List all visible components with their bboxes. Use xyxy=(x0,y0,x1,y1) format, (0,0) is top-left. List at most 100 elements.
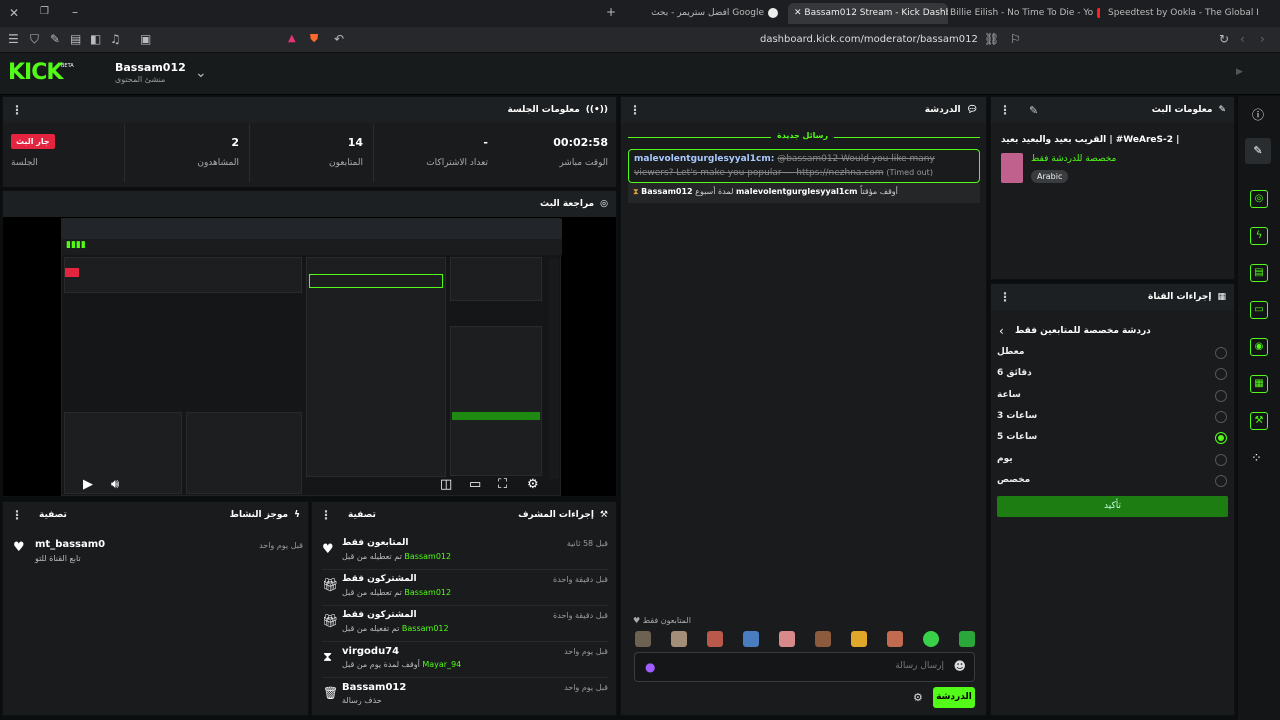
restore-icon[interactable]: ❐ xyxy=(40,6,49,17)
stream-title: القريب بعيد والبعيد بعيد | #WeAreS-2 | xyxy=(1001,135,1180,145)
tools-icon: ✎ xyxy=(1218,105,1226,115)
radio-option[interactable] xyxy=(1215,347,1227,359)
chat-message-highlighted[interactable]: malevolentgurglesyyal1cm: @bassam012 Wou… xyxy=(628,149,980,183)
camera-icon[interactable]: ◎ xyxy=(1250,190,1268,208)
close-icon[interactable]: ✕ xyxy=(9,6,19,20)
radio-option[interactable] xyxy=(1215,454,1227,466)
activity-filter-button[interactable]: تصفية xyxy=(39,510,67,520)
edit-icon[interactable]: ✎ xyxy=(1245,138,1271,164)
new-messages-label: رسائل جديدة xyxy=(771,131,835,140)
volume-icon[interactable]: 🔊︎ xyxy=(111,477,119,492)
emote[interactable] xyxy=(707,631,723,647)
gift-icon: 🎁︎ xyxy=(322,578,339,593)
radio-option[interactable] xyxy=(1215,475,1227,487)
play-icon[interactable]: ▶ xyxy=(83,477,93,492)
tab-google[interactable]: افضل ستريمر - بحث Google xyxy=(620,3,782,24)
chat-send-button[interactable]: الدردشة xyxy=(933,687,975,708)
warning-icon[interactable]: ▲ xyxy=(288,33,296,44)
kick-logo[interactable]: KICK xyxy=(8,60,63,85)
confirm-button[interactable]: تأكيد xyxy=(997,496,1228,517)
kebab-icon[interactable]: ⋮ xyxy=(999,290,1011,304)
radio-option-selected[interactable] xyxy=(1215,432,1227,444)
chat-icon[interactable]: ▭ xyxy=(1250,301,1268,319)
channel-icon[interactable]: ▦ xyxy=(1250,375,1268,393)
followers-only-notice: ♥ المتابعون فقط xyxy=(633,616,691,625)
pencil-icon[interactable]: ✎ xyxy=(1029,104,1038,117)
mod-action-row: 🎁︎ المشتركون فقط تم تعطيله من قبل Bassam… xyxy=(322,570,608,606)
stream-preview-title: مراجعة البث xyxy=(540,199,595,209)
emote[interactable] xyxy=(851,631,867,647)
pip-icon[interactable]: ◫ xyxy=(440,477,452,492)
bookmark-icon[interactable]: ⚐ xyxy=(1010,32,1021,46)
minimize-icon[interactable]: – xyxy=(72,5,78,19)
emote[interactable] xyxy=(635,631,651,647)
bolt-icon[interactable]: ϟ xyxy=(1250,227,1268,245)
music-icon[interactable]: ♫ xyxy=(110,32,121,46)
document-icon[interactable]: ▤ xyxy=(1250,264,1268,282)
settings-icon[interactable]: ⚙ xyxy=(527,477,539,492)
emote[interactable] xyxy=(923,631,939,647)
back-icon[interactable]: ‹ xyxy=(1240,32,1245,46)
close-tab-icon[interactable]: ✕ xyxy=(794,8,804,18)
tabs-icon[interactable]: ▤ xyxy=(70,32,81,46)
new-tab-icon[interactable]: + xyxy=(606,5,616,19)
tab-kick-dashboard[interactable]: ✕ Bassam012 Stream - Kick Dashb xyxy=(788,3,948,24)
stream-info-header: ⋮ ✎ معلومات البث ✎ xyxy=(991,97,1234,123)
layout-icon[interactable]: ⁘ xyxy=(1251,451,1262,466)
chat-input[interactable]: ● إرسال رسالة ☻ xyxy=(634,652,975,682)
emoji-icon[interactable]: ☻ xyxy=(953,659,966,673)
hourglass-icon: ⧗ xyxy=(633,187,639,196)
kebab-icon[interactable]: ⋮ xyxy=(320,508,332,522)
mod-action-row: 🎁︎ المشتركون فقط تم تفعيله من قبل Bassam… xyxy=(322,606,608,642)
emote[interactable] xyxy=(959,631,975,647)
forward-icon[interactable]: › xyxy=(1260,32,1265,46)
kebab-icon[interactable]: ⋮ xyxy=(629,103,641,117)
sidebar-icon[interactable]: ◧ xyxy=(90,32,101,46)
channel-actions-header: ⋮ إجراءات القناة ▦ xyxy=(991,284,1234,310)
kick-header: KICK BETA Bassam012 منشئ المحتوى ⌄ ▶ xyxy=(0,53,1280,95)
brush-icon[interactable]: ✎ xyxy=(50,32,60,46)
mod-action-row: 🗑︎ Bassam012 حذف رسالة قبل يوم واحد xyxy=(323,682,608,705)
session-info-header: ⋮ معلومات الجلسة ((•)) xyxy=(3,97,616,123)
heart-icon: ♥ xyxy=(13,540,25,555)
tab-youtube[interactable]: Billie Eilish - No Time To Die - Yo xyxy=(950,3,1100,24)
kebab-icon[interactable]: ⋮ xyxy=(11,103,23,117)
emote[interactable] xyxy=(671,631,687,647)
gift-icon: 🎁︎ xyxy=(322,614,339,629)
mod-actions-filter-button[interactable]: تصفية xyxy=(348,510,376,520)
chevron-left-icon[interactable]: ‹ xyxy=(999,324,1004,338)
mod-actions-panel: ⋮ تصفية إجراءات المشرف ⚒ ♥ المتابعون فقط… xyxy=(311,501,617,716)
radio-option[interactable] xyxy=(1215,368,1227,380)
emote[interactable] xyxy=(815,631,831,647)
radio-option[interactable] xyxy=(1215,411,1227,423)
wrench-icon[interactable]: ⚒ xyxy=(1250,412,1268,430)
kebab-icon[interactable]: ⋮ xyxy=(999,103,1011,117)
tab-speedtest[interactable]: Speedtest by Ookla - The Global Broa xyxy=(1108,3,1258,24)
camera-icon: ◎ xyxy=(600,199,608,209)
brave-shield-icon[interactable]: ⛊ xyxy=(310,32,318,46)
share-icon[interactable]: ↶ xyxy=(334,32,344,46)
radio-option[interactable] xyxy=(1215,390,1227,402)
screenshot-icon[interactable]: ▣ xyxy=(140,32,151,46)
settings-icon[interactable]: ⚙ xyxy=(913,691,923,704)
emote[interactable] xyxy=(743,631,759,647)
emote[interactable] xyxy=(779,631,795,647)
stream-video[interactable]: ▮▮▮▮ xyxy=(61,218,562,496)
kick-small-icon: ▶ xyxy=(1236,67,1243,77)
broadcast-icon[interactable]: ◉ xyxy=(1250,338,1268,356)
category-link[interactable]: مخصصة للدردشة فقط xyxy=(1031,154,1116,164)
kebab-icon[interactable]: ⋮ xyxy=(11,508,23,522)
fullscreen-icon[interactable]: ⛶ xyxy=(498,477,507,492)
theater-icon[interactable]: ▭ xyxy=(469,477,481,492)
activity-item: ♥ mt_bassam0 تابع القناة للتو قبل يوم وا… xyxy=(13,539,303,563)
microphone-icon[interactable]: ● xyxy=(645,660,655,674)
emote[interactable] xyxy=(887,631,903,647)
stream-info-title: معلومات البث xyxy=(1151,105,1213,115)
chevron-down-icon[interactable]: ⌄ xyxy=(195,65,207,81)
menu-icon[interactable]: ☰ xyxy=(8,32,19,46)
reload-icon[interactable]: ↻ xyxy=(1219,32,1229,46)
url-text[interactable]: dashboard.kick.com/moderator/bassam012 xyxy=(760,34,978,45)
shield-icon[interactable]: ⛉ xyxy=(30,32,39,47)
link-icon[interactable]: ⛓ xyxy=(984,32,999,46)
info-icon[interactable]: ⓘ xyxy=(1252,106,1264,123)
